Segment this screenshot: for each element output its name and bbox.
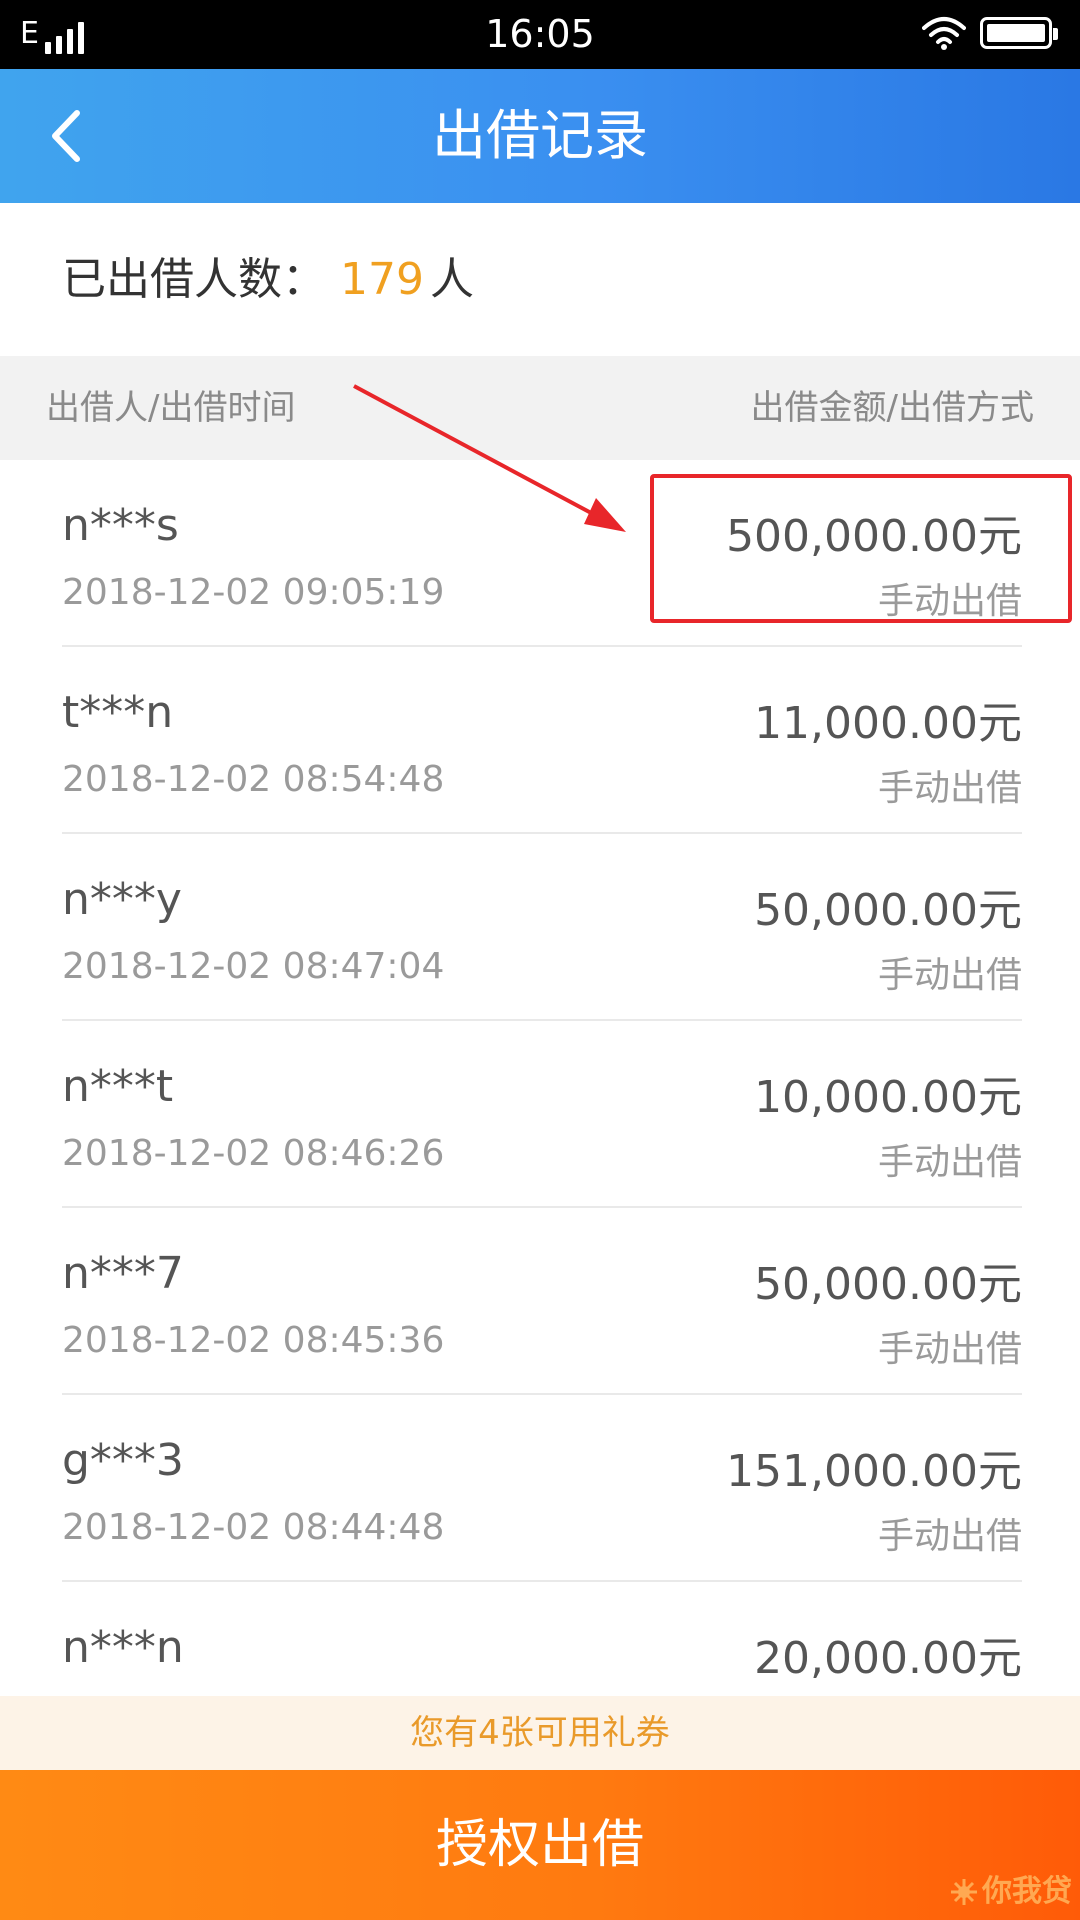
battery-icon (980, 17, 1058, 49)
record-lend-time: 2018-12-02 09:05:19 (62, 572, 445, 613)
record-row: n***y 2018-12-02 08:47:04 50,000.00元手动出借 (62, 834, 1022, 1021)
annotation-highlight-box (650, 474, 1072, 623)
record-lender-name: t***n (62, 687, 174, 738)
record-row: g***3 2018-12-02 08:44:48 151,000.00元手动出借 (62, 1395, 1022, 1582)
status-icons (922, 16, 1058, 50)
record-lend-method: 手动出借 (877, 1142, 1022, 1183)
record-lend-time: 2018-12-02 08:44:48 (62, 1507, 445, 1548)
record-lend-time: 2018-12-02 08:47:04 (62, 946, 445, 987)
record-row: n***t 2018-12-02 08:46:26 10,000.00元手动出借 (62, 1021, 1022, 1208)
record-lender-name: g***3 (62, 1435, 184, 1486)
record-lend-method: 手动出借 (877, 768, 1022, 809)
lender-count-row: 已出借人数： 179 人 (0, 203, 1080, 356)
record-lend-amount: 20,000.00元 (754, 1633, 1022, 1684)
lender-count-unit: 人 (429, 254, 474, 305)
record-lender-name: n***s (62, 500, 179, 551)
status-bar: E 16:05 (0, 0, 1080, 69)
watermark-text: 你我贷 (982, 1874, 1072, 1909)
record-lend-time: 2018-12-02 08:46:26 (62, 1133, 445, 1174)
record-lender-name: n***n (62, 1622, 184, 1673)
record-list[interactable]: n***s 2018-12-02 09:05:19 500,000.00元 手动出借 t… (0, 460, 1080, 1696)
authorize-lend-button[interactable]: 授权出借 (0, 1770, 1080, 1920)
brand-logo-icon (951, 1879, 977, 1905)
title-bar: 出借记录 (0, 69, 1080, 203)
record-lend-method: 手动出借 (877, 1329, 1022, 1370)
status-time: 16:05 (485, 12, 595, 56)
record-lender-name: n***7 (62, 1248, 184, 1299)
record-lend-amount: 50,000.00元 (754, 885, 1022, 936)
record-lender-name: n***t (62, 1061, 174, 1112)
record-row: n***n 20,000.00元 (62, 1582, 1022, 1696)
page-title: 出借记录 (432, 104, 648, 167)
wifi-icon (922, 17, 966, 50)
table-header: 出借人/出借时间 出借金额/出借方式 (0, 356, 1080, 460)
record-row: n***7 2018-12-02 08:45:36 50,000.00元手动出借 (62, 1208, 1022, 1395)
record-row: t***n 2018-12-02 08:54:48 11,000.00元手动出借 (62, 647, 1022, 834)
lender-count-label: 已出借人数： (62, 254, 326, 305)
record-lend-time: 2018-12-02 08:45:36 (62, 1320, 445, 1361)
record-lend-amount: 10,000.00元 (754, 1072, 1022, 1123)
watermark: 你我贷 (950, 1876, 1072, 1908)
lender-count-text: 已出借人数： 179 人 (62, 203, 474, 356)
record-lend-time: 2018-12-02 08:54:48 (62, 759, 445, 800)
record-lender-name: n***y (62, 874, 182, 925)
record-lend-amount: 50,000.00元 (754, 1259, 1022, 1310)
column-header-amount: 出借金额/出借方式 (750, 388, 1034, 428)
column-header-lender: 出借人/出借时间 (46, 388, 296, 428)
coupon-notice[interactable]: 您有4张可用礼券 (0, 1696, 1080, 1770)
lender-count-value: 179 (340, 254, 424, 305)
record-lend-amount: 11,000.00元 (754, 698, 1022, 749)
record-lend-method: 手动出借 (877, 1516, 1022, 1557)
record-lend-method: 手动出借 (877, 955, 1022, 996)
record-lend-amount: 151,000.00元 (726, 1446, 1022, 1497)
